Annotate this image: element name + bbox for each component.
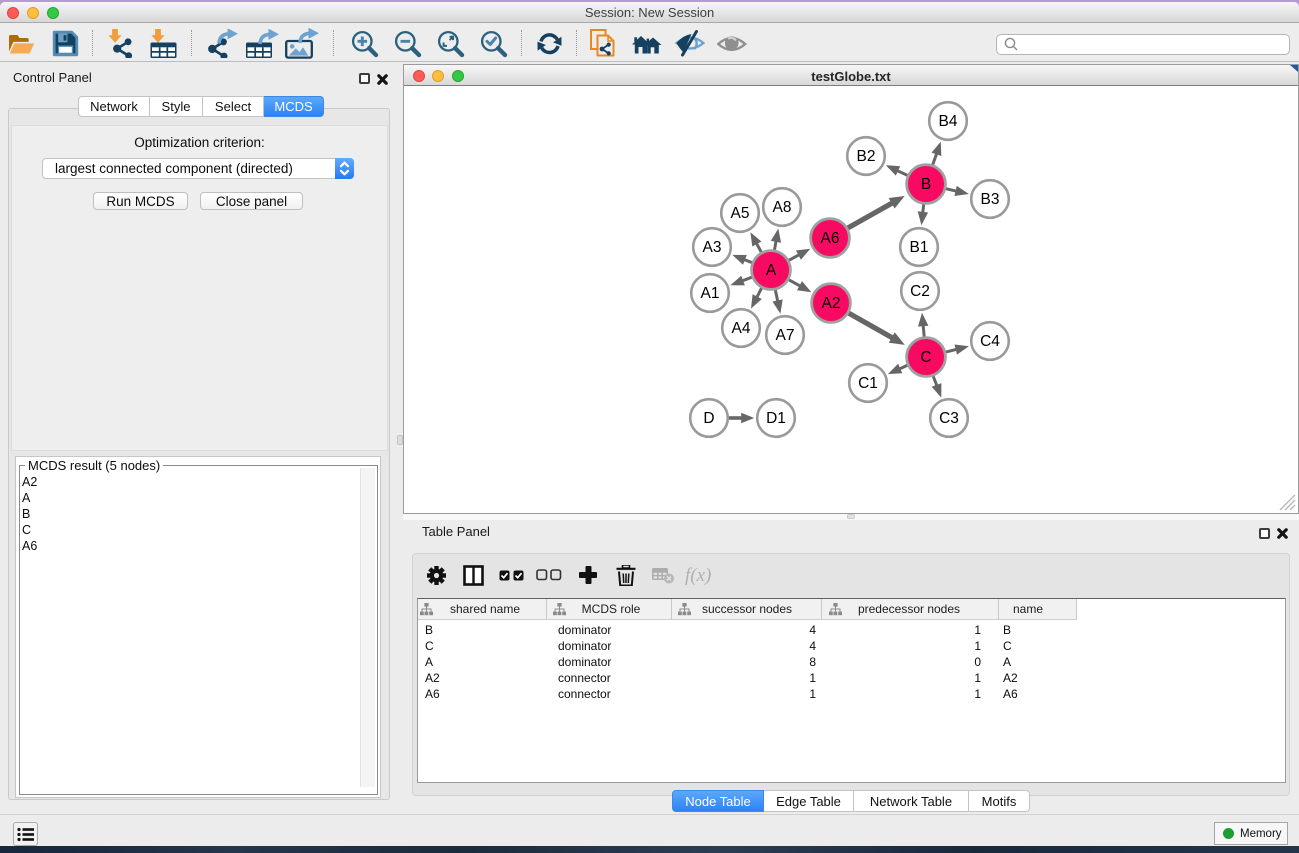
svg-text:A1: A1	[701, 285, 720, 302]
svg-text:C2: C2	[910, 283, 930, 300]
svg-text:A: A	[766, 262, 777, 279]
svg-text:C: C	[920, 349, 931, 366]
svg-text:A8: A8	[773, 199, 792, 216]
svg-text:A6: A6	[821, 230, 840, 247]
svg-text:f(x): f(x)	[685, 565, 711, 586]
svg-text:D: D	[703, 410, 714, 427]
svg-text:A3: A3	[703, 239, 722, 256]
svg-text:A7: A7	[776, 327, 795, 344]
svg-text:A5: A5	[731, 205, 750, 222]
svg-text:D1: D1	[766, 410, 786, 427]
svg-text:B2: B2	[857, 148, 876, 165]
svg-text:A2: A2	[822, 295, 841, 312]
svg-text:C1: C1	[858, 375, 878, 392]
svg-text:B4: B4	[939, 113, 958, 130]
svg-text:B: B	[921, 176, 931, 193]
svg-text:B3: B3	[981, 191, 1000, 208]
svg-text:C4: C4	[980, 333, 1000, 350]
svg-text:A4: A4	[732, 320, 751, 337]
svg-text:C3: C3	[939, 410, 959, 427]
svg-text:B1: B1	[910, 239, 929, 256]
